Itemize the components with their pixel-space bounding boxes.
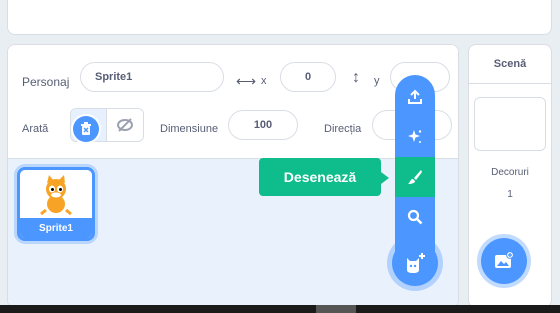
sprite-pane: Personaj Sprite1 ⟷ x 0 ↕ y Arată Dimensi… <box>7 44 459 308</box>
add-sprite-cat-icon <box>407 253 425 273</box>
surprise-sprite-button[interactable] <box>395 117 435 157</box>
stage-canvas[interactable] <box>7 0 552 35</box>
add-sprite-button[interactable] <box>392 240 438 286</box>
sprite-name-value: Sprite1 <box>95 71 133 83</box>
stage-thumbnail[interactable] <box>474 97 546 151</box>
size-label: Dimensiune <box>160 123 219 135</box>
taskbar <box>0 305 560 313</box>
upload-sprite-button[interactable] <box>395 77 435 117</box>
paint-icon <box>408 170 422 184</box>
trash-icon <box>81 122 91 135</box>
paint-tooltip: Desenează <box>259 158 389 196</box>
sprite-card-sprite1[interactable]: Sprite1 <box>17 167 95 241</box>
sprite-name-field[interactable]: Sprite1 <box>80 62 224 92</box>
y-arrows-icon: ↕ <box>352 69 360 86</box>
upload-icon <box>408 89 422 104</box>
surprise-icon <box>408 130 422 143</box>
search-icon <box>407 209 423 225</box>
backdrops-label: Decoruri <box>491 167 529 178</box>
paint-sprite-button[interactable] <box>395 157 435 197</box>
stage-title: Scenă <box>469 45 551 84</box>
x-value: 0 <box>304 71 312 83</box>
hide-button[interactable] <box>107 109 143 141</box>
x-field[interactable]: 0 <box>280 62 336 92</box>
sprite-label: Personaj <box>22 75 70 89</box>
eye-slash-icon <box>117 118 133 132</box>
add-sprite-menu <box>395 75 435 255</box>
sprite-info: Personaj Sprite1 ⟷ x 0 ↕ y Arată Dimensi… <box>8 45 458 159</box>
delete-sprite-button[interactable] <box>73 116 99 142</box>
x-label: x <box>261 75 267 87</box>
sprite-name-label: Sprite1 <box>20 218 92 238</box>
backdrops-count: 1 <box>507 189 513 200</box>
sprite-list: Sprite1 <box>8 159 458 307</box>
stage-canvas-area <box>0 0 560 38</box>
direction-label: Direcția <box>324 123 362 135</box>
y-label: y <box>374 75 380 87</box>
cat-sprite-icon <box>40 175 72 216</box>
choose-sprite-button[interactable] <box>395 197 435 237</box>
size-value: 100 <box>253 119 273 131</box>
x-arrows-icon: ⟷ <box>236 73 257 89</box>
show-label: Arată <box>22 123 49 135</box>
taskbar-app[interactable] <box>316 305 356 313</box>
choose-backdrop-button[interactable] <box>481 238 527 284</box>
add-backdrop-icon <box>495 251 514 268</box>
size-field[interactable]: 100 <box>228 110 298 140</box>
